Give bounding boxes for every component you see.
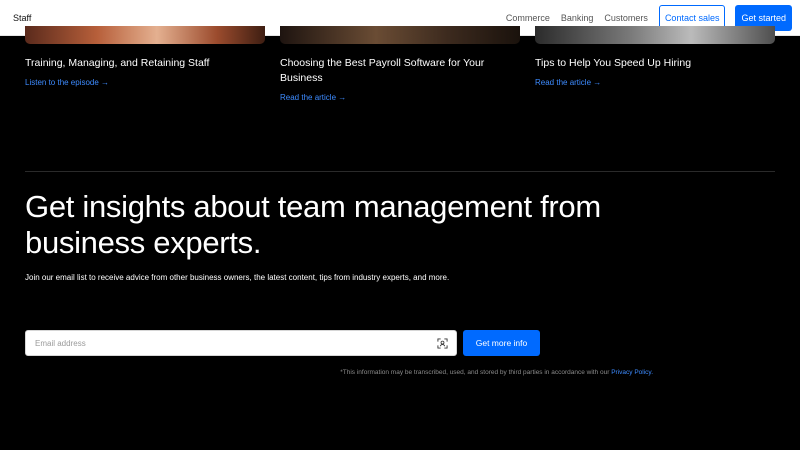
article-title[interactable]: Training, Managing, and Retaining Staff bbox=[25, 56, 265, 71]
disclaimer-text: *This information may be transcribed, us… bbox=[340, 369, 610, 376]
article-image[interactable] bbox=[25, 26, 265, 44]
article-link[interactable]: Read the article → bbox=[280, 93, 520, 102]
nav-customers[interactable]: Customers bbox=[604, 13, 648, 23]
signup-subtext: Join our email list to receive advice fr… bbox=[25, 273, 450, 282]
nav-commerce[interactable]: Commerce bbox=[506, 13, 550, 23]
signup-headline: Get insights about team management from … bbox=[25, 189, 601, 260]
privacy-disclaimer: *This information may be transcribed, us… bbox=[0, 369, 653, 376]
signup-form: Get more info bbox=[25, 330, 540, 356]
privacy-policy-link[interactable]: Privacy Policy. bbox=[611, 369, 653, 376]
section-divider bbox=[25, 171, 775, 172]
email-field-container bbox=[25, 330, 457, 356]
article-image[interactable] bbox=[535, 26, 775, 44]
article-card: Choosing the Best Payroll Software for Y… bbox=[280, 26, 520, 102]
scan-icon[interactable] bbox=[437, 338, 448, 349]
article-title[interactable]: Choosing the Best Payroll Software for Y… bbox=[280, 56, 520, 86]
nav-banking[interactable]: Banking bbox=[561, 13, 594, 23]
article-link[interactable]: Listen to the episode → bbox=[25, 78, 265, 87]
article-card: Tips to Help You Speed Up Hiring Read th… bbox=[535, 26, 775, 87]
article-link[interactable]: Read the article → bbox=[535, 78, 775, 87]
brand-label[interactable]: Staff bbox=[13, 13, 31, 23]
email-input[interactable] bbox=[35, 338, 415, 348]
article-image[interactable] bbox=[280, 26, 520, 44]
article-card: Training, Managing, and Retaining Staff … bbox=[25, 26, 265, 87]
page: Staff Commerce Banking Customers Contact… bbox=[0, 0, 800, 450]
article-title[interactable]: Tips to Help You Speed Up Hiring bbox=[535, 56, 775, 71]
get-more-info-button[interactable]: Get more info bbox=[463, 330, 540, 356]
